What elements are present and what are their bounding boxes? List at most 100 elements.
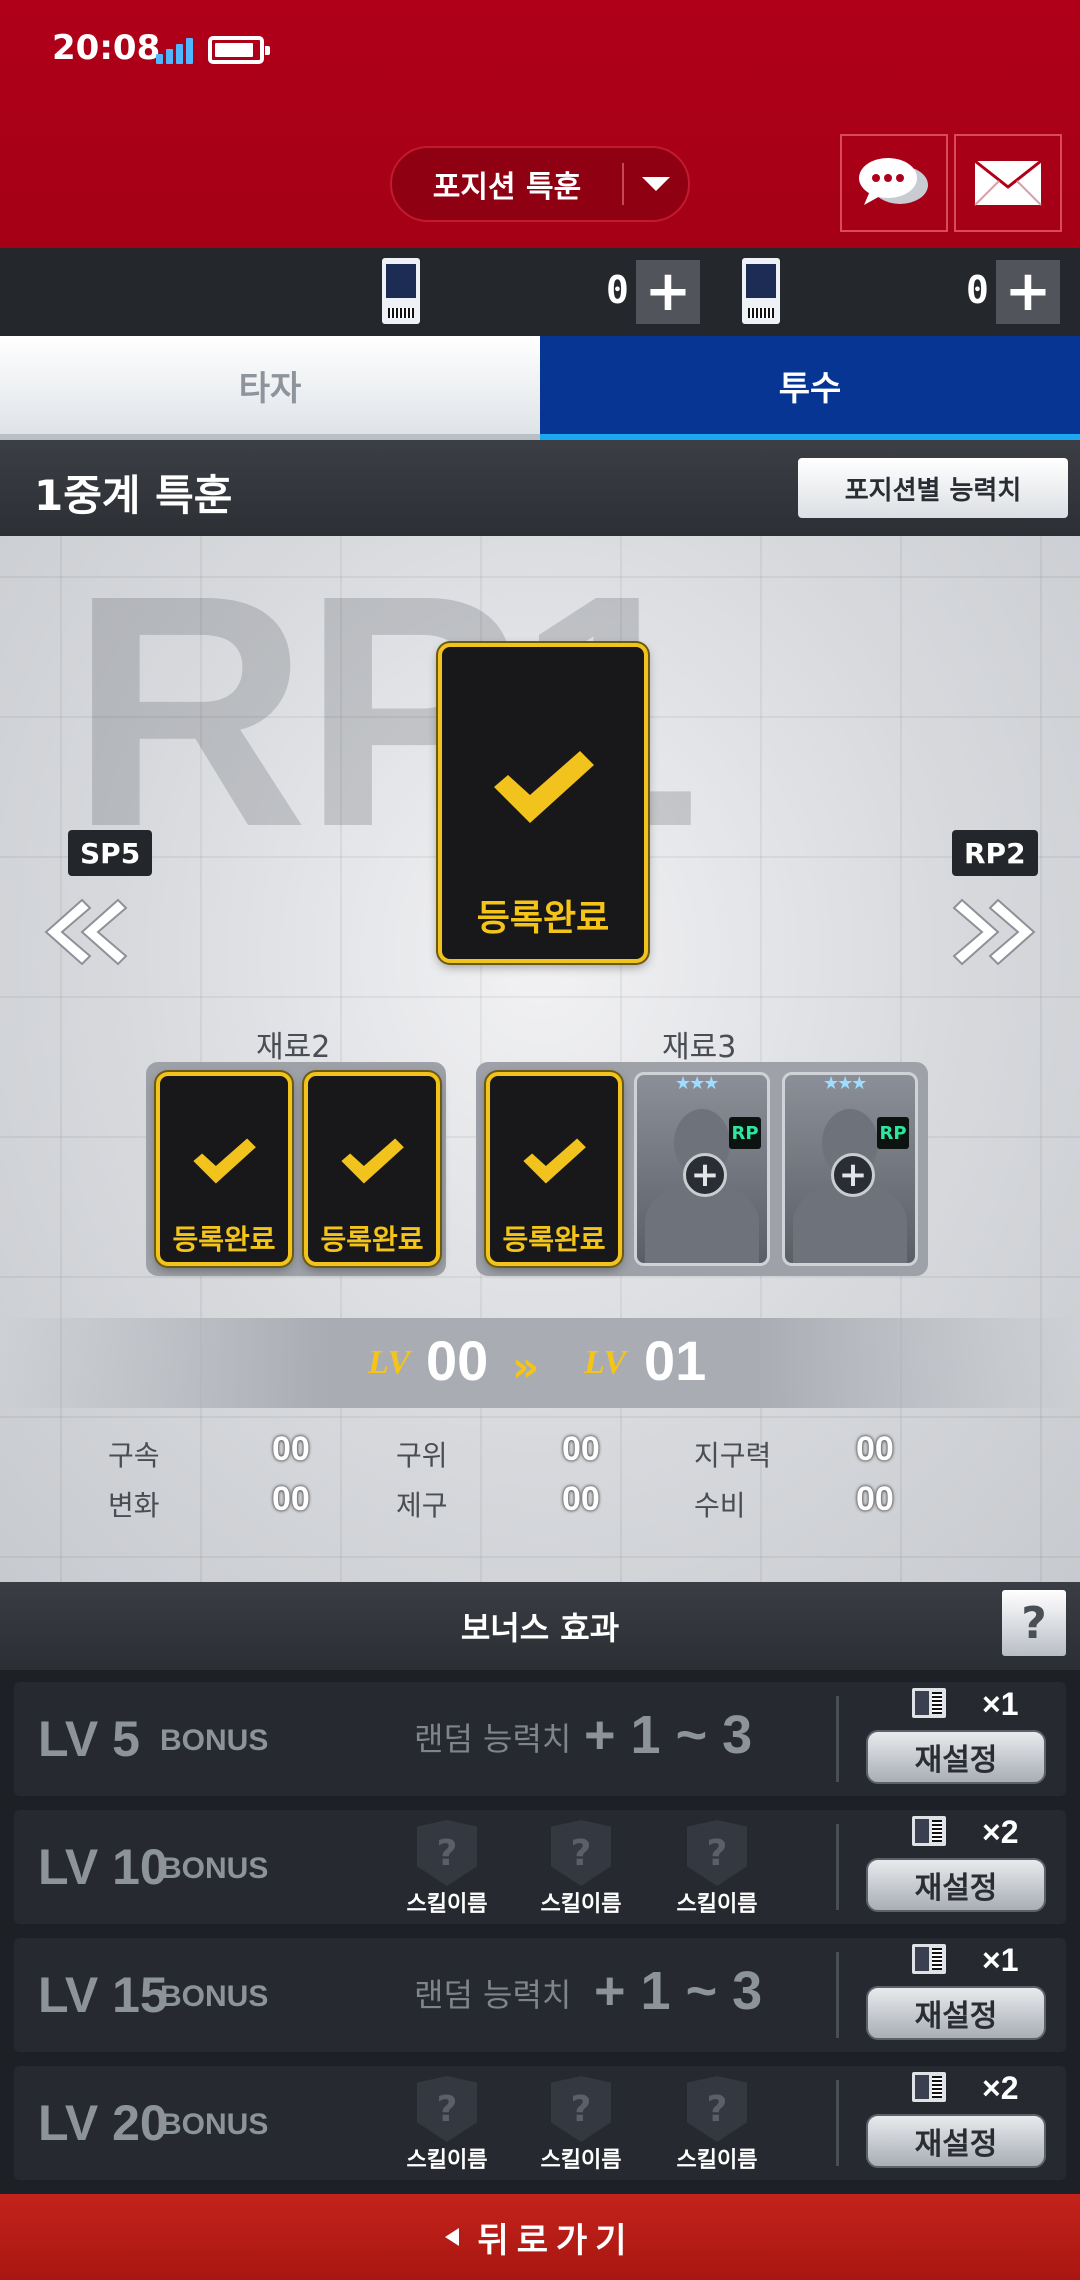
star-rating: ★★★	[823, 1073, 867, 1094]
bonus-row: LV 15 BONUS 랜덤 능력치 + 1 ~ 3 ×1 재설정	[14, 1938, 1066, 2052]
reset-cost: ×1	[982, 1686, 1019, 1722]
bonus-row: LV 10 BONUS ? 스킬이름 ? 스킬이름 ? 스킬이름 ×2 재설정	[14, 1810, 1066, 1924]
section-title: 1중계 특훈	[34, 471, 233, 520]
double-chevron-left-icon[interactable]	[38, 896, 128, 968]
stat-label: 지구력	[694, 1439, 772, 1472]
stat-label: 구위	[396, 1439, 448, 1472]
skill-slot: ? 스킬이름	[672, 2076, 762, 2176]
skill-name: 스킬이름	[406, 1892, 488, 1917]
level-from: 00	[426, 1329, 489, 1392]
stat-label: 제구	[396, 1489, 448, 1522]
envelope-icon	[974, 159, 1042, 206]
bonus-range: + 1 ~ 3	[584, 1705, 753, 1765]
star-rating: ★★★	[675, 1073, 719, 1094]
bonus-level: LV 5	[38, 1711, 140, 1767]
reset-button[interactable]: 재설정	[866, 1858, 1046, 1912]
plus-icon: +	[831, 1153, 875, 1197]
divider	[836, 1952, 839, 2038]
screen: 20:08 포지션 특훈 0 + 0 + 타자 투수 1중계 특훈 포지션별 능…	[0, 0, 1080, 2280]
status-time: 20:08	[52, 28, 161, 68]
material-group-label: 재료2	[256, 1030, 331, 1065]
reset-cost: ×2	[982, 1814, 1019, 1850]
add-currency-2-button[interactable]: +	[996, 260, 1060, 324]
level-to: 01	[644, 1329, 707, 1392]
bonus-word: BONUS	[160, 2108, 269, 2141]
bonus-level: LV 10	[38, 1839, 168, 1895]
unknown-skill-icon: ?	[417, 1820, 477, 1886]
skill-slot: ? 스킬이름	[402, 2076, 492, 2176]
mode-label: 포지션 특훈	[432, 170, 582, 205]
reset-button[interactable]: 재설정	[866, 1986, 1046, 2040]
bonus-description: 랜덤 능력치	[414, 1720, 572, 1758]
stat-value: 00	[562, 1430, 600, 1468]
empty-material-slot[interactable]: ★★★ RP +	[782, 1072, 918, 1266]
reset-button[interactable]: 재설정	[866, 1730, 1046, 1784]
bonus-level: LV 15	[38, 1967, 168, 2023]
ticket-icon	[742, 258, 780, 324]
checkmark-icon	[193, 1138, 256, 1184]
tab-batter[interactable]: 타자	[0, 336, 540, 440]
ticket-icon	[382, 258, 420, 324]
bonus-description: 랜덤 능력치	[414, 1976, 572, 2014]
level-bar	[0, 1318, 1080, 1408]
signal-icon	[156, 36, 196, 64]
material-group-label: 재료3	[662, 1030, 737, 1065]
bonus-list: LV 5 BONUS 랜덤 능력치 + 1 ~ 3 ×1 재설정 LV 10 B…	[0, 1670, 1080, 2194]
position-stats-button[interactable]: 포지션별 능력치	[798, 458, 1068, 518]
training-area: RP1 SP5 RP2 등록완료 재료2 등록완료 등록완료 재료3 등록완료 …	[0, 536, 1080, 1582]
stat-label: 구속	[108, 1439, 160, 1472]
divider	[836, 2080, 839, 2166]
stat-value: 00	[856, 1480, 894, 1518]
back-button[interactable]: 뒤로가기	[0, 2194, 1080, 2280]
material-slot[interactable]: 등록완료	[156, 1072, 292, 1266]
bonus-word: BONUS	[160, 1980, 269, 2013]
bonus-range: + 1 ~ 3	[594, 1961, 763, 2021]
divider	[836, 1696, 839, 1782]
stat-value: 00	[272, 1480, 310, 1518]
position-mode-dropdown[interactable]: 포지션 특훈	[390, 146, 690, 222]
bonus-row: LV 5 BONUS 랜덤 능력치 + 1 ~ 3 ×1 재설정	[14, 1682, 1066, 1796]
add-currency-1-button[interactable]: +	[636, 260, 700, 324]
unknown-skill-icon: ?	[687, 2076, 747, 2142]
battery-icon	[208, 36, 270, 64]
reset-ticket-icon	[912, 2072, 946, 2102]
back-label: 뒤로가기	[477, 2220, 635, 2261]
checkmark-icon	[341, 1138, 404, 1184]
unknown-skill-icon: ?	[551, 1820, 611, 1886]
reset-ticket-icon	[912, 1816, 946, 1846]
card-status-label: 등록완료	[502, 1223, 606, 1256]
main-registration-card[interactable]: 등록완료	[438, 643, 648, 963]
reset-button[interactable]: 재설정	[866, 2114, 1046, 2168]
chat-bubbles-icon	[859, 158, 928, 205]
skill-slot: ? 스킬이름	[672, 1820, 762, 1920]
card-status-label: 등록완료	[320, 1223, 424, 1256]
reset-ticket-icon	[912, 1688, 946, 1718]
bonus-word: BONUS	[160, 1852, 269, 1885]
chat-button[interactable]	[840, 134, 948, 232]
skill-slot: ? 스킬이름	[536, 2076, 626, 2176]
mail-button[interactable]	[954, 134, 1062, 232]
dropdown-divider	[622, 163, 624, 205]
material-slot[interactable]: 등록완료	[486, 1072, 622, 1266]
currency-count-1: 0	[606, 268, 629, 312]
material-slot[interactable]: 등록완료	[304, 1072, 440, 1266]
skill-name: 스킬이름	[540, 2148, 622, 2173]
skill-slot: ? 스킬이름	[536, 1820, 626, 1920]
empty-material-slot[interactable]: ★★★ RP +	[634, 1072, 770, 1266]
bonus-word: BONUS	[160, 1724, 269, 1757]
help-button[interactable]: ?	[1002, 1590, 1066, 1656]
plus-icon: +	[683, 1153, 727, 1197]
currency-count-2: 0	[966, 268, 989, 312]
unknown-skill-icon: ?	[417, 2076, 477, 2142]
prev-position-label: SP5	[68, 830, 153, 876]
double-chevron-right-icon[interactable]	[952, 896, 1042, 968]
chevron-down-icon	[642, 177, 670, 191]
tab-pitcher[interactable]: 투수	[540, 336, 1080, 440]
reset-cost: ×1	[982, 1942, 1019, 1978]
skill-slot: ? 스킬이름	[402, 1820, 492, 1920]
skill-name: 스킬이름	[406, 2148, 488, 2173]
level-prefix: LV	[584, 1344, 627, 1381]
unknown-skill-icon: ?	[687, 1820, 747, 1886]
double-chevron-right-icon: »	[512, 1342, 540, 1391]
divider	[836, 1824, 839, 1910]
